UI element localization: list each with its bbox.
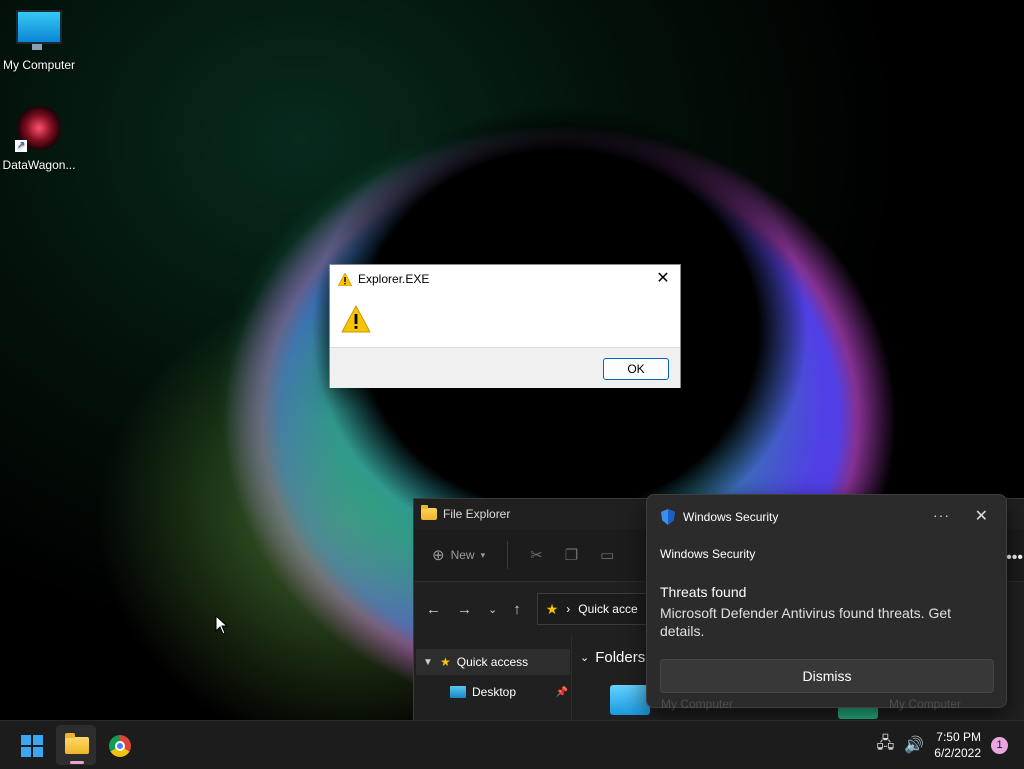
notification-headline: Threats found — [660, 584, 747, 600]
monitor-icon — [16, 10, 62, 50]
star-icon: ★ — [545, 600, 559, 617]
navigation-pane: ▼ ★ Quick access Desktop 📌 — [414, 635, 570, 721]
system-tray: 🖧 🔊 7:50 PM 6/2/2022 1 — [877, 729, 1008, 761]
message-box-title: Explorer.EXE — [358, 272, 430, 286]
sidebar-item-label: Desktop — [472, 685, 517, 699]
desktop-icon-label: My Computer — [2, 58, 76, 72]
new-label: New — [450, 548, 475, 562]
desktop-folder-icon — [450, 686, 466, 698]
paste-icon[interactable]: ▭ — [600, 546, 614, 564]
chevron-down-icon: ⌄ — [580, 652, 590, 664]
ok-button[interactable]: OK — [603, 358, 669, 380]
close-icon[interactable]: ✕ — [654, 270, 672, 288]
active-indicator — [70, 761, 84, 764]
clock-date: 6/2/2022 — [934, 746, 981, 760]
dismiss-button[interactable]: Dismiss — [660, 659, 994, 693]
sidebar-item-quick-access[interactable]: ▼ ★ Quick access — [416, 649, 570, 675]
clock[interactable]: 7:50 PM 6/2/2022 — [934, 729, 981, 761]
desktop-icon-datawagon[interactable]: ↗ DataWagon... — [1, 106, 77, 172]
folder-icon — [65, 733, 89, 754]
sidebar-item-desktop[interactable]: Desktop 📌 — [450, 685, 568, 699]
notification-app-name: Windows Security — [660, 547, 756, 561]
desktop-icon-my-computer[interactable]: My Computer — [1, 10, 77, 72]
clock-time: 7:50 PM — [936, 730, 981, 744]
up-arrow-icon[interactable]: ↑ — [513, 601, 521, 618]
more-options-icon[interactable]: ••• — [1006, 549, 1023, 567]
notification-app-header: Windows Security — [683, 510, 779, 524]
notification-message: Microsoft Defender Antivirus found threa… — [660, 605, 952, 639]
chevron-down-icon[interactable]: ▼ — [416, 657, 440, 668]
chrome-icon — [109, 735, 131, 757]
message-box: Explorer.EXE ✕ OK — [329, 264, 681, 388]
copy-icon[interactable]: ❐ — [565, 546, 578, 564]
message-box-titlebar[interactable]: Explorer.EXE — [330, 265, 680, 293]
warning-icon — [341, 305, 371, 333]
shield-icon — [661, 509, 675, 525]
warning-icon — [338, 272, 352, 286]
taskbar-chrome[interactable] — [99, 725, 139, 765]
more-options-icon[interactable]: ··· — [933, 507, 950, 523]
datawagon-icon: ↗ — [15, 106, 61, 152]
message-box-content — [330, 293, 680, 347]
message-box-footer: OK — [330, 347, 680, 388]
notification-badge[interactable]: 1 — [991, 736, 1008, 754]
section-title: Folders — [595, 649, 646, 666]
recent-chevron-icon[interactable]: ⌄ — [488, 603, 497, 616]
taskbar-file-explorer[interactable] — [56, 725, 96, 765]
back-arrow-icon[interactable]: ← — [426, 601, 441, 618]
new-button[interactable]: ⊕ New ▾ — [432, 546, 485, 564]
explorer-title: File Explorer — [443, 507, 511, 521]
shortcut-arrow-icon: ↗ — [15, 140, 27, 152]
volume-icon[interactable]: 🔊 — [904, 735, 924, 755]
start-button[interactable] — [11, 725, 51, 765]
desktop-icon-label: DataWagon... — [2, 158, 76, 172]
mouse-cursor-icon — [215, 615, 229, 635]
sidebar-item-label: Quick access — [456, 655, 529, 669]
breadcrumb-chevron-icon: › — [566, 602, 571, 616]
plus-circle-icon: ⊕ — [432, 547, 445, 564]
folder-icon[interactable] — [610, 685, 650, 715]
folders-section-header[interactable]: ⌄ Folders — [580, 649, 645, 666]
address-text: Quick acce — [578, 602, 638, 616]
pin-icon: 📌 — [555, 686, 568, 698]
close-icon[interactable]: ✕ — [975, 506, 988, 526]
toolbar-divider — [507, 541, 509, 569]
folder-label: My Computer — [889, 697, 962, 711]
security-notification[interactable]: Windows Security ··· ✕ Windows Security … — [646, 494, 1007, 711]
star-icon: ★ — [440, 655, 451, 669]
folder-icon — [421, 505, 437, 520]
taskbar: 🖧 🔊 7:50 PM 6/2/2022 1 — [0, 720, 1024, 769]
chevron-down-icon: ▾ — [480, 549, 486, 560]
windows-logo-icon — [21, 735, 43, 757]
network-icon[interactable]: 🖧 — [877, 732, 895, 759]
folder-label: My Computer — [661, 697, 734, 711]
forward-arrow-icon[interactable]: → — [457, 601, 472, 618]
pane-divider[interactable] — [571, 635, 572, 721]
notification-header: Windows Security — [661, 509, 778, 525]
cut-icon[interactable]: ✂ — [530, 546, 543, 564]
